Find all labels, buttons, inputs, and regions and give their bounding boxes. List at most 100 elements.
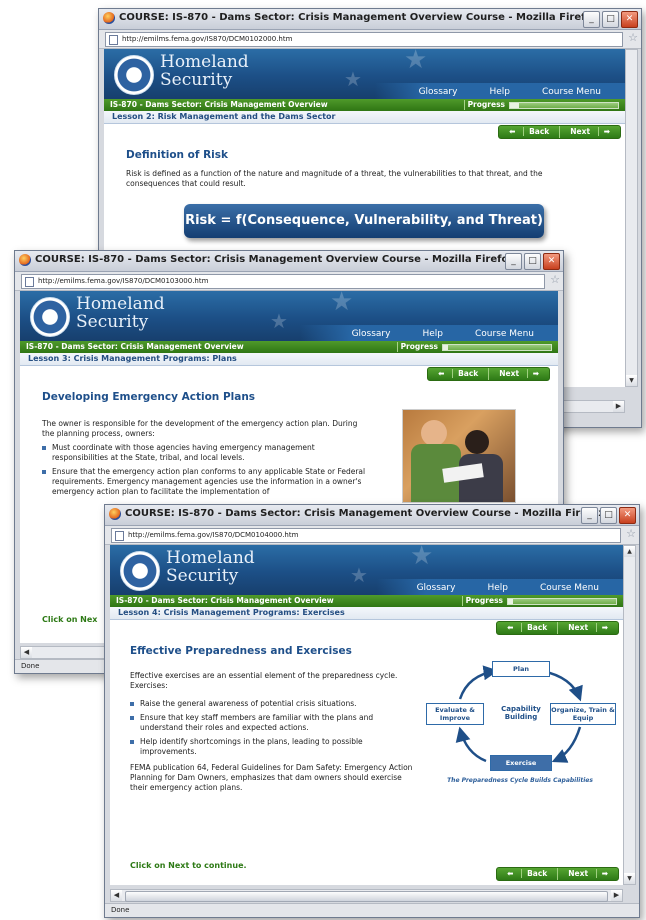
bullet-list: Raise the general awareness of potential… [130,699,418,757]
help-link[interactable]: Help [471,583,524,593]
progress-bar [509,101,619,109]
scroll-up-icon[interactable]: ▲ [624,546,635,557]
scroll-down-icon[interactable]: ▼ [626,375,637,386]
decorative-star-icon: ★ [404,49,428,75]
cycle-node-organize: Organize, Train & Equip [550,703,616,725]
closing-text: FEMA publication 64, Federal Guidelines … [130,763,413,792]
minimize-icon[interactable]: _ [581,507,598,524]
progress-label: Progress [400,342,438,351]
back-button[interactable]: ⬅ Back [497,868,557,880]
brand-title: Homeland Security [76,294,165,332]
url-text: http://emilms.fema.gov/IS870/DCM0103000.… [38,277,209,285]
title-bar[interactable]: COURSE: IS-870 - Dams Sector: Crisis Man… [105,505,639,526]
page-content: Homeland Security ★ ★ Glossary Help Cours… [110,545,623,885]
horizontal-scrollbar[interactable]: ◀ ▶ [110,889,623,902]
dhs-banner: Homeland Security ★ ★ Glossary Help Cours… [20,291,558,341]
next-label: Next [568,623,589,632]
back-label: Back [452,369,484,378]
back-label: Back [523,127,555,136]
progress: Progress [468,99,619,111]
vertical-scrollbar[interactable]: ▲ ▼ [623,545,636,885]
vertical-scrollbar[interactable]: ▼ [625,49,638,387]
top-nav: Glossary Help Course Menu [401,583,615,593]
progress: Progress [466,595,617,607]
body-text: Effective exercises are an essential ele… [130,671,418,793]
minimize-icon[interactable]: _ [505,253,522,270]
close-icon[interactable]: ✕ [543,253,560,270]
page-heading: Effective Preparedness and Exercises [130,645,352,657]
arrow-right-icon: ➡ [595,623,613,632]
url-field[interactable]: http://emilms.fema.gov/IS870/DCM0104000.… [111,528,621,543]
decorative-star-icon: ★ [330,291,354,317]
maximize-icon[interactable]: □ [524,253,541,270]
next-button[interactable]: Next ➡ [559,126,620,138]
progress-fill [508,598,514,604]
back-label: Back [521,623,553,632]
arrow-right-icon: ➡ [597,127,615,136]
back-button[interactable]: ⬅ Back [497,622,557,634]
course-menu-link[interactable]: Course Menu [526,87,617,97]
arrow-left-icon: ⬅ [507,623,514,632]
page-heading: Developing Emergency Action Plans [42,391,256,403]
list-item: Ensure that key staff members are famili… [130,713,418,733]
help-link[interactable]: Help [473,87,526,97]
scroll-thumb[interactable] [125,891,608,902]
next-button[interactable]: Next ➡ [488,368,549,380]
window-title: COURSE: IS-870 - Dams Sector: Crisis Man… [35,254,515,265]
progress: Progress [401,341,552,353]
arrow-left-icon: ⬅ [507,869,514,878]
course-title: IS-870 - Dams Sector: Crisis Management … [110,100,328,109]
back-button[interactable]: ⬅ Back [428,368,488,380]
glossary-link[interactable]: Glossary [336,329,407,339]
decorative-star-icon: ★ [350,563,368,587]
star-icon[interactable]: ☆ [550,273,560,286]
course-title: IS-870 - Dams Sector: Crisis Management … [116,596,334,605]
lesson-nav: ⬅ Back Next ➡ [498,125,621,139]
maximize-icon[interactable]: □ [602,11,619,28]
url-field[interactable]: http://emilms.fema.gov/IS870/DCM0102000.… [105,32,623,47]
scroll-right-icon[interactable]: ▶ [611,890,622,901]
cycle-node-plan: Plan [492,661,550,677]
page-heading: Definition of Risk [126,149,229,161]
cycle-node-evaluate: Evaluate & Improve [426,703,484,725]
maximize-icon[interactable]: □ [600,507,617,524]
firefox-icon [19,254,31,266]
course-title: IS-870 - Dams Sector: Crisis Management … [26,342,244,351]
arrow-left-icon: ⬅ [509,127,516,136]
minimize-icon[interactable]: _ [583,11,600,28]
scroll-left-icon[interactable]: ◀ [21,647,32,658]
help-link[interactable]: Help [406,329,459,339]
lesson-title: Lesson 3: Crisis Management Programs: Pl… [20,353,558,366]
intro-text: The owner is responsible for the develop… [42,419,358,438]
close-icon[interactable]: ✕ [621,11,638,28]
next-label: Next [499,369,520,378]
brand-title: Homeland Security [166,548,255,586]
list-item: Raise the general awareness of potential… [130,699,418,709]
title-bar[interactable]: COURSE: IS-870 - Dams Sector: Crisis Man… [99,9,641,30]
course-menu-link[interactable]: Course Menu [524,583,615,593]
close-icon[interactable]: ✕ [619,507,636,524]
back-button[interactable]: ⬅ Back [499,126,559,138]
url-field[interactable]: http://emilms.fema.gov/IS870/DCM0103000.… [21,274,545,289]
next-button[interactable]: Next ➡ [557,622,618,634]
scroll-left-icon[interactable]: ◀ [111,890,122,901]
scroll-right-icon[interactable]: ▶ [613,401,624,412]
course-menu-link[interactable]: Course Menu [459,329,550,339]
star-icon[interactable]: ☆ [626,527,636,540]
glossary-link[interactable]: Glossary [403,87,474,97]
dhs-seal-logo [120,551,160,591]
decorative-star-icon: ★ [344,67,362,91]
course-bar: IS-870 - Dams Sector: Crisis Management … [104,99,625,111]
preparedness-cycle-diagram: Plan Organize, Train & Equip Exercise Ev… [422,657,618,799]
scroll-down-icon[interactable]: ▼ [624,873,635,884]
arrow-right-icon: ➡ [526,369,544,378]
next-button[interactable]: Next ➡ [557,868,618,880]
star-icon[interactable]: ☆ [628,31,638,44]
progress-fill [443,344,449,350]
list-item: Must coordinate with those agencies havi… [42,443,372,463]
title-bar[interactable]: COURSE: IS-870 - Dams Sector: Crisis Man… [15,251,563,272]
list-item: Help identify shortcomings in the plans,… [130,737,418,757]
glossary-link[interactable]: Glossary [401,583,472,593]
firefox-icon [103,12,115,24]
next-label: Next [568,869,589,878]
